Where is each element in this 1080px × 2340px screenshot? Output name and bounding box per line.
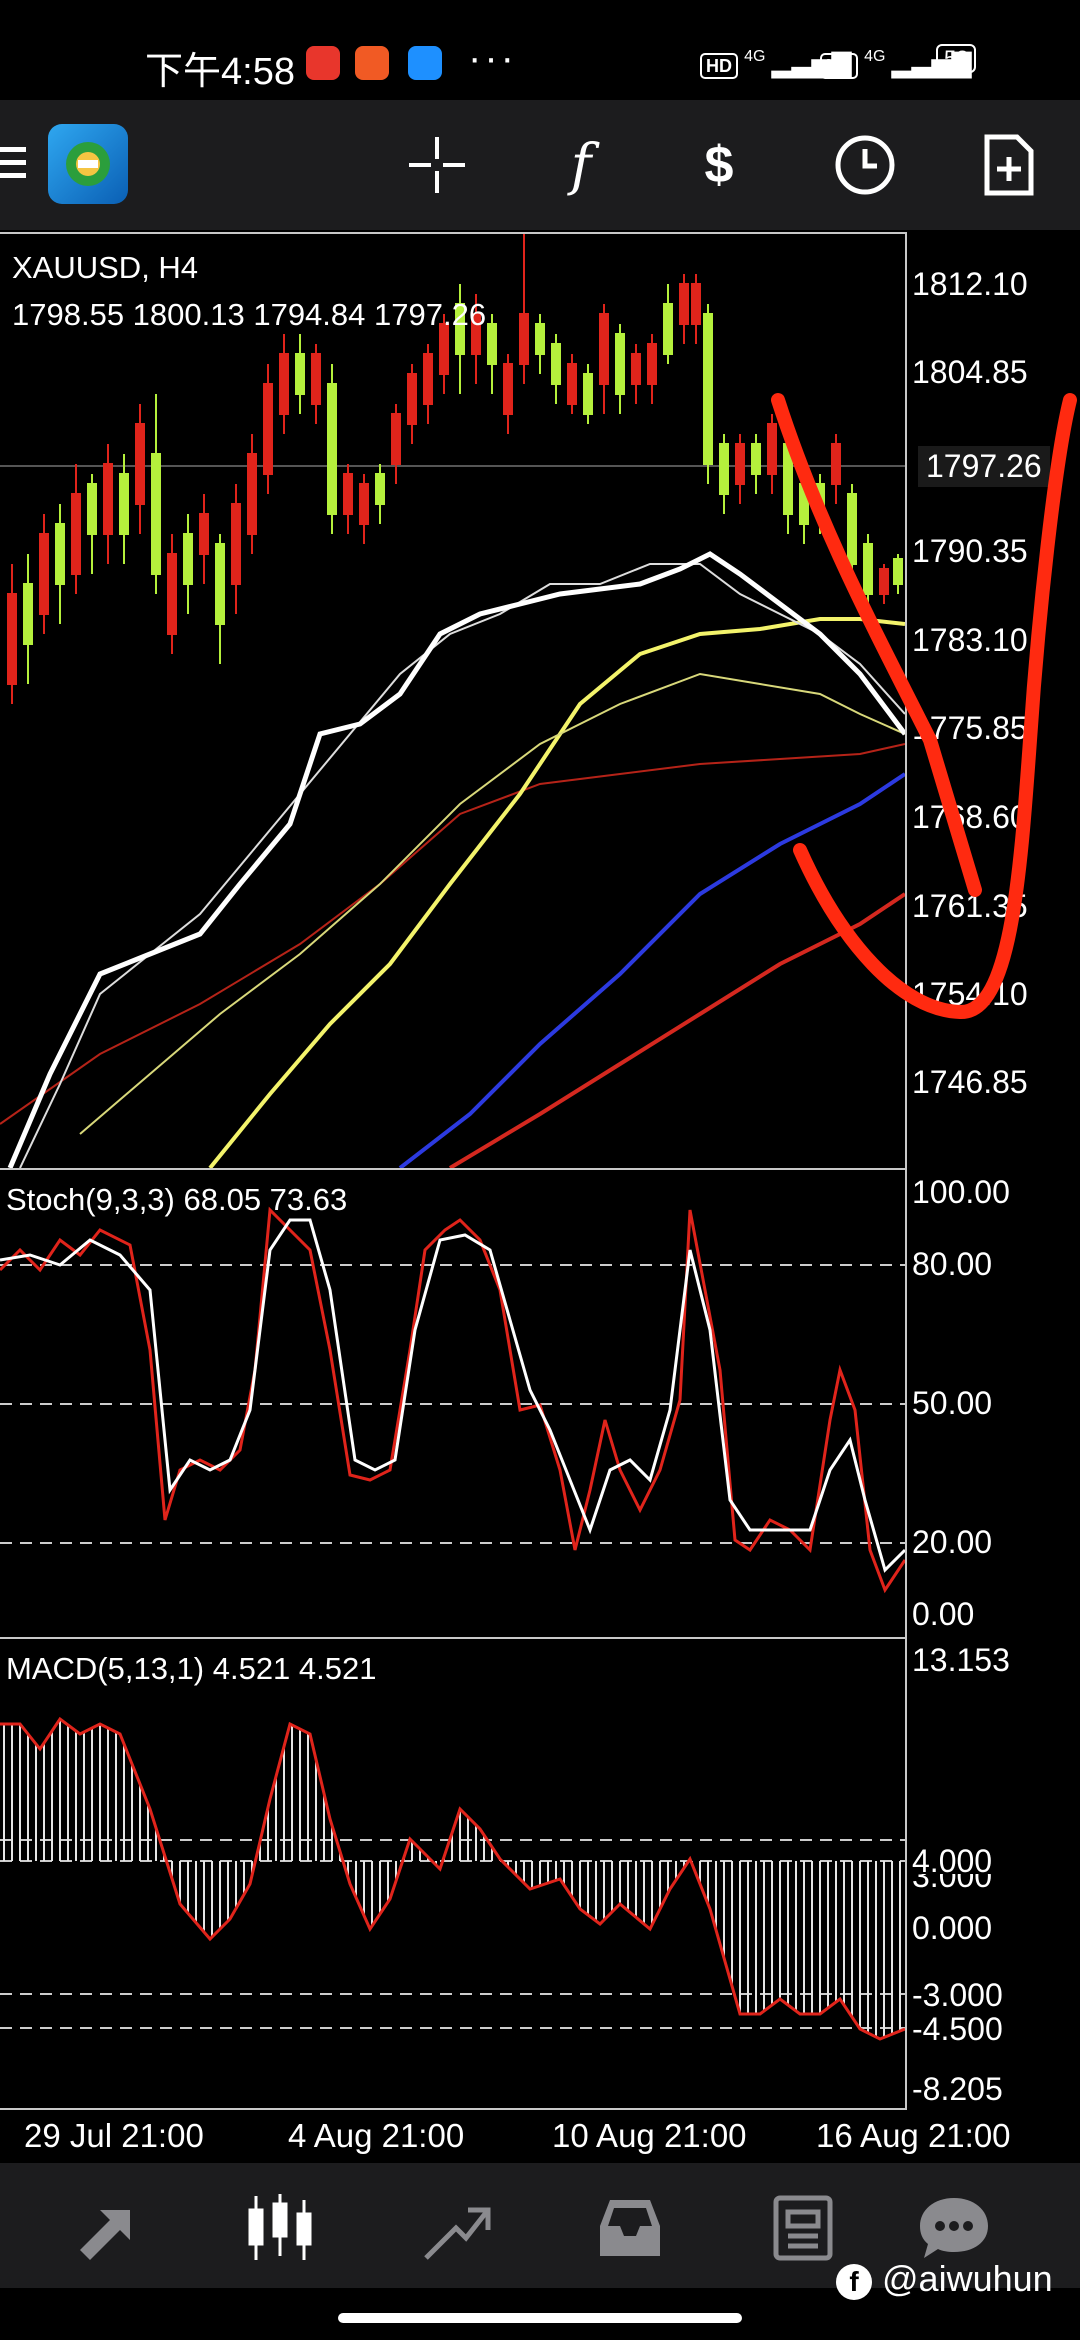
macd-axis-label: -3.000 (912, 1977, 1003, 2013)
trade-nav-icon[interactable] (418, 2190, 494, 2266)
macd-histogram (3, 1719, 901, 2038)
stoch-main-line (0, 1218, 905, 1573)
macd-axis-label: 0.000 (912, 1910, 993, 1946)
macd-chart[interactable] (0, 1639, 905, 2108)
messages-icon[interactable] (916, 2190, 992, 2266)
price-label: 1812.10 (912, 266, 1028, 302)
stoch-axis-label: 100.00 (912, 1174, 1010, 1210)
toutiao-app-icon (306, 46, 340, 80)
chat-app-icon (408, 46, 442, 80)
macd-axis-label: -4.500 (912, 2011, 1003, 2047)
time-label: 4 Aug 21:00 (288, 2117, 465, 2154)
price-label: 1746.85 (912, 1064, 1028, 1100)
history-nav-icon[interactable] (592, 2190, 668, 2266)
indicators-icon[interactable]: f (546, 130, 616, 200)
status-bar: 下午4:58 ··· HD 4G ▂▃▅▇ HD 4G ▂▃▅▇ 58 (0, 0, 1080, 100)
taobao-app-icon (355, 46, 389, 80)
stochastic-chart[interactable] (0, 1170, 905, 1637)
stoch-axis-label: 50.00 (912, 1385, 993, 1421)
macd-axis-label: 13.153 (912, 1642, 1010, 1678)
new-order-icon[interactable] (974, 130, 1044, 200)
stoch-axis-label: 80.00 (912, 1246, 993, 1282)
top-toolbar (0, 100, 1080, 230)
stoch-axis-label: 20.00 (912, 1524, 993, 1560)
time-axis-divider (0, 2108, 907, 2110)
macd-title: MACD(5,13,1) 4.521 4.521 (6, 1651, 377, 1686)
stoch-title: Stoch(9,3,3) 68.05 73.63 (6, 1182, 348, 1217)
symbol-timeframe: XAUUSD, H4 (12, 250, 199, 285)
time-label: 29 Jul 21:00 (24, 2117, 204, 2154)
macd-signal-line (0, 1716, 905, 2041)
time-label: 16 Aug 21:00 (816, 2117, 1011, 2154)
status-time: 下午4:58 (145, 51, 295, 93)
quotes-icon[interactable] (70, 2190, 146, 2266)
time-label: 10 Aug 21:00 (552, 2117, 747, 2154)
menu-icon[interactable] (0, 147, 26, 186)
watermark: f @aiwuhun (836, 2258, 1053, 2300)
ohlc-values: 1798.55 1800.13 1794.84 1797.26 (12, 297, 487, 332)
home-indicator[interactable] (338, 2313, 742, 2323)
macd-axis-label: -8.205 (912, 2071, 1003, 2107)
more-notifications-icon: ··· (468, 36, 517, 80)
handdrawn-annotation (771, 393, 1077, 1020)
stoch-axis-label: 0.00 (912, 1596, 975, 1632)
history-icon[interactable] (830, 130, 900, 200)
news-icon[interactable] (764, 2190, 840, 2266)
stoch-signal-line (0, 1206, 905, 1594)
trade-icon[interactable]: $ (684, 130, 754, 200)
app-logo[interactable] (48, 124, 128, 204)
chart-icon[interactable] (242, 2190, 318, 2266)
battery-indicator: 58 (936, 44, 977, 73)
crosshair-icon[interactable] (402, 130, 472, 200)
